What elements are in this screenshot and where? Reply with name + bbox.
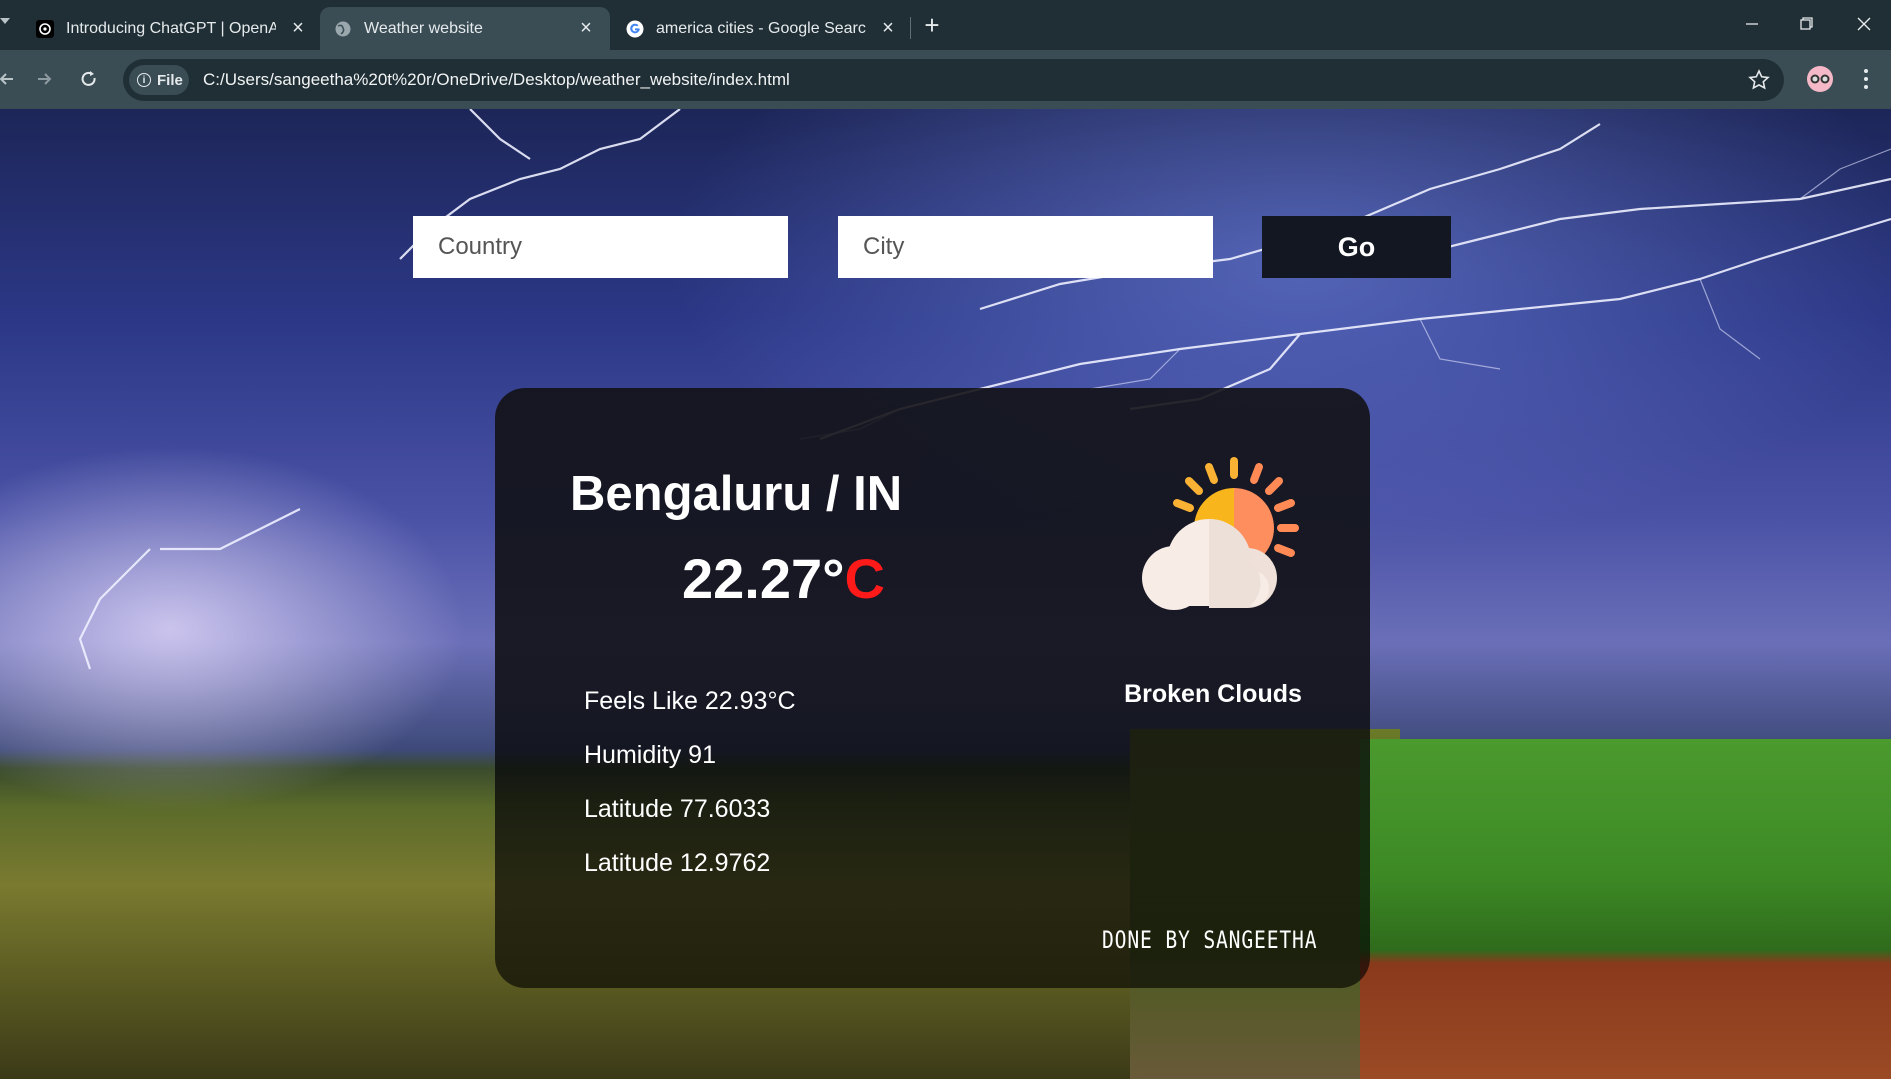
weather-page: Go Bengaluru / IN 22.27°C xyxy=(0,109,1891,1079)
reload-button[interactable] xyxy=(74,64,104,94)
google-icon xyxy=(626,20,644,38)
tab-google-search[interactable]: america cities - Google Search × xyxy=(612,7,912,50)
profile-avatar[interactable] xyxy=(1807,66,1833,92)
tab-search-chevron-icon[interactable] xyxy=(0,14,10,34)
feels-like-stat: Feels Like 22.93°C xyxy=(584,687,796,715)
weather-condition: Broken Clouds xyxy=(1124,680,1302,708)
longitude-stat: Latitude 77.6033 xyxy=(584,795,771,823)
close-tab-icon[interactable]: × xyxy=(878,18,898,38)
new-tab-button[interactable]: + xyxy=(920,12,944,38)
temperature: 22.27°C xyxy=(682,546,885,611)
forward-button[interactable] xyxy=(29,64,59,94)
minimize-button[interactable] xyxy=(1738,12,1766,36)
weather-card: Bengaluru / IN 22.27°C Broken Clouds Fee… xyxy=(495,388,1370,988)
country-input[interactable] xyxy=(413,216,788,278)
close-tab-icon[interactable]: × xyxy=(576,18,596,38)
close-tab-icon[interactable]: × xyxy=(288,18,308,38)
tab-separator xyxy=(910,17,911,39)
site-info-chip[interactable]: i File xyxy=(129,65,189,95)
location-title: Bengaluru / IN xyxy=(570,467,903,521)
sun-behind-cloud-icon xyxy=(1142,457,1299,610)
tab-title: america cities - Google Search xyxy=(656,19,866,37)
openai-icon xyxy=(36,19,54,38)
info-icon: i xyxy=(137,73,151,87)
restore-button[interactable] xyxy=(1792,12,1820,36)
background-field-right xyxy=(1360,739,1891,1079)
go-button[interactable]: Go xyxy=(1262,216,1451,278)
back-button[interactable] xyxy=(0,64,22,94)
close-window-button[interactable] xyxy=(1850,12,1878,36)
bookmark-star-icon[interactable] xyxy=(1748,69,1770,91)
globe-icon xyxy=(334,20,352,38)
tab-title: Introducing ChatGPT | OpenAI xyxy=(66,19,276,37)
search-form: Go xyxy=(0,109,1891,309)
browser-menu-icon[interactable] xyxy=(1858,66,1874,92)
temperature-unit: C xyxy=(844,547,885,610)
tab-chatgpt[interactable]: Introducing ChatGPT | OpenAI × xyxy=(22,7,322,50)
browser-tab-bar: Introducing ChatGPT | OpenAI × Weather w… xyxy=(0,0,1891,50)
browser-toolbar: i File C:/Users/sangeetha%20t%20r/OneDri… xyxy=(0,50,1891,109)
credit-text: DONE BY SANGEETHA xyxy=(1102,926,1318,954)
tab-weather-website[interactable]: Weather website × xyxy=(320,7,610,50)
latitude-stat: Latitude 12.9762 xyxy=(584,849,771,877)
tab-title: Weather website xyxy=(364,19,483,37)
humidity-stat: Humidity 91 xyxy=(584,741,716,769)
city-input[interactable] xyxy=(838,216,1213,278)
site-info-label: File xyxy=(157,71,183,89)
temperature-value: 22.27° xyxy=(682,547,845,610)
url-text[interactable]: C:/Users/sangeetha%20t%20r/OneDrive/Desk… xyxy=(203,70,790,90)
address-bar[interactable]: i File C:/Users/sangeetha%20t%20r/OneDri… xyxy=(123,59,1784,101)
